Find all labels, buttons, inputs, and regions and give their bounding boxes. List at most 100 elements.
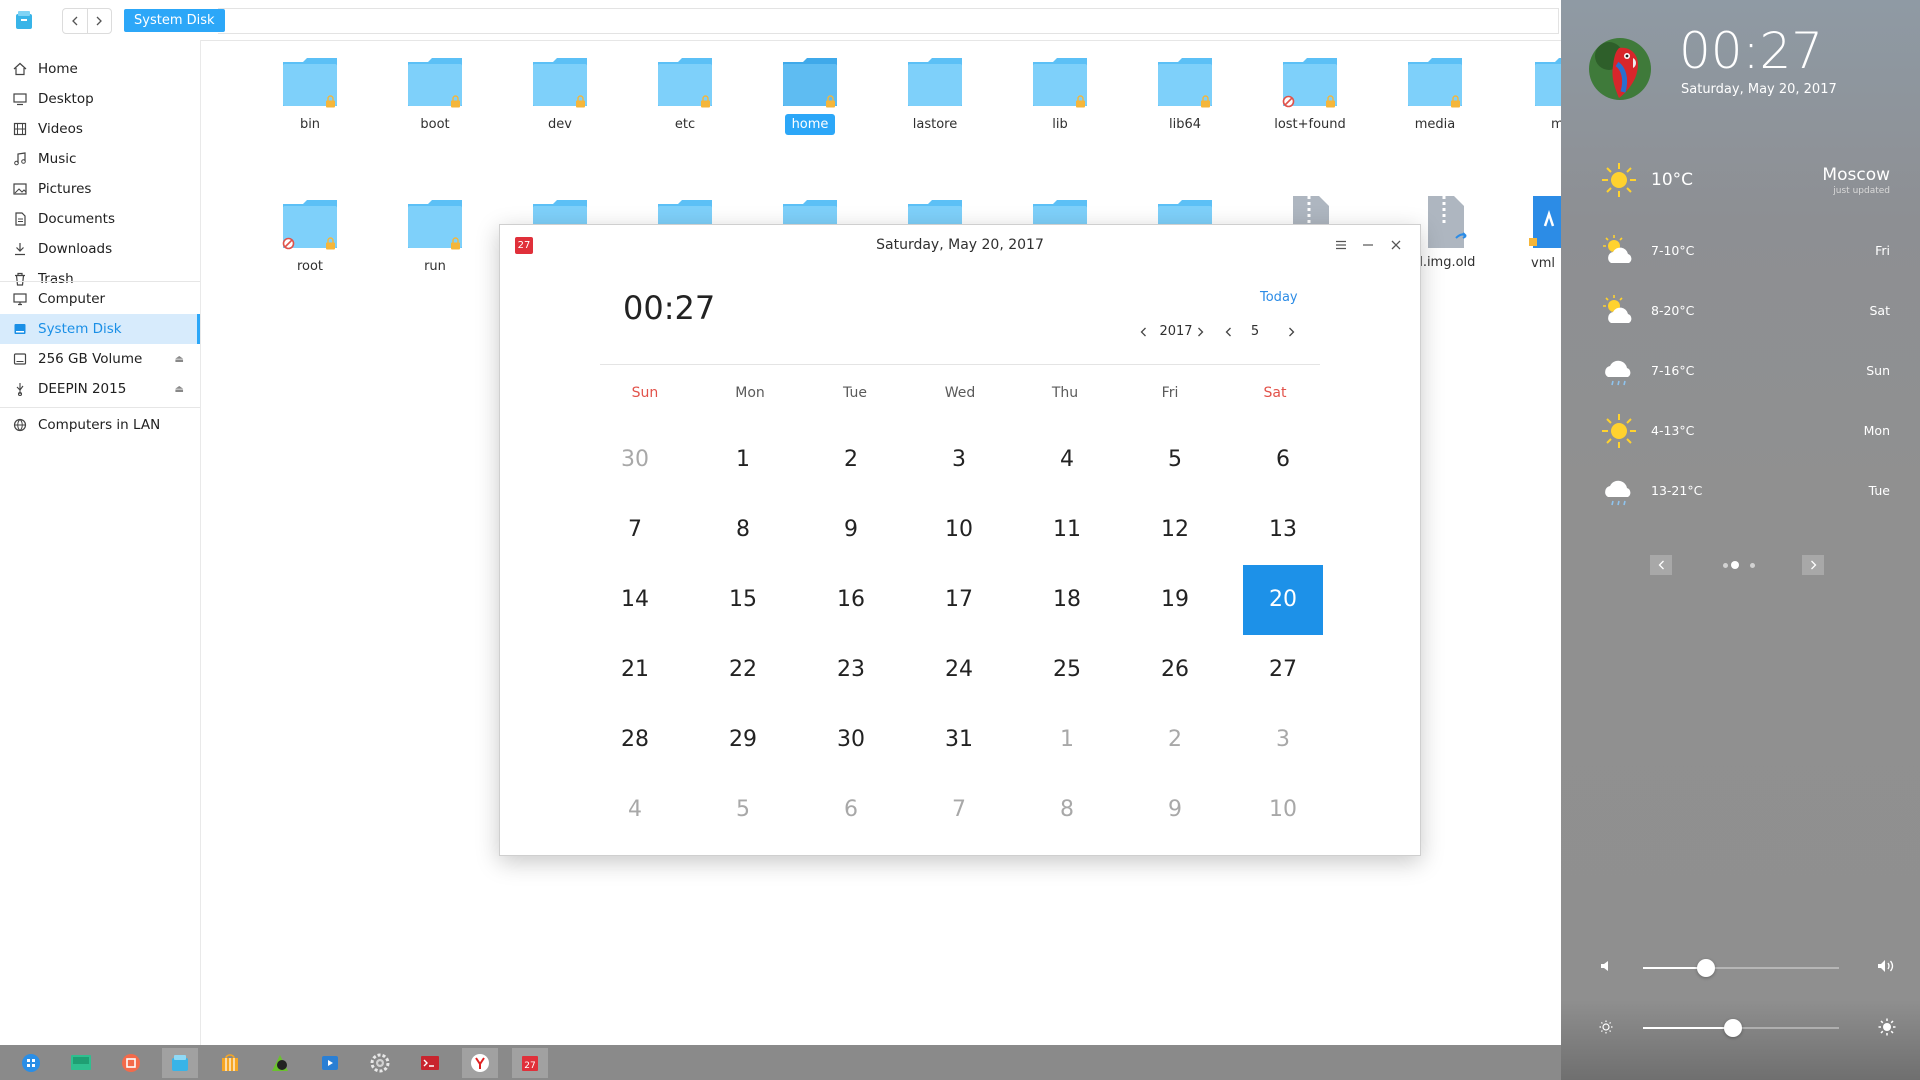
calendar-day[interactable]: 1 xyxy=(703,425,783,495)
calendar-day[interactable]: 7 xyxy=(919,775,999,845)
back-button[interactable] xyxy=(63,9,88,33)
calendar-day[interactable]: 5 xyxy=(703,775,783,845)
calendar-day[interactable]: 8 xyxy=(1027,775,1107,845)
folder-lost-found[interactable]: lost+found xyxy=(1255,56,1365,132)
sidebar-item-computers-in-lan[interactable]: Computers in LAN xyxy=(0,410,200,440)
calendar-day[interactable]: 4 xyxy=(595,775,675,845)
sidebar-item-videos[interactable]: Videos xyxy=(0,114,200,144)
calendar-day[interactable]: 22 xyxy=(703,635,783,705)
prev-month-button[interactable] xyxy=(1221,325,1235,339)
calendar-day[interactable]: 12 xyxy=(1135,495,1215,565)
folder-dev[interactable]: dev xyxy=(505,56,615,132)
avatar[interactable] xyxy=(1589,38,1651,100)
calendar-day[interactable]: 27 xyxy=(1243,635,1323,705)
volume-slider-knob[interactable] xyxy=(1697,959,1715,977)
taskbar-terminal[interactable] xyxy=(412,1048,448,1078)
taskbar-file-manager[interactable] xyxy=(162,1048,198,1078)
folder-etc[interactable]: etc xyxy=(630,56,740,132)
today-button[interactable]: Today xyxy=(1260,290,1298,305)
page-dot[interactable] xyxy=(1723,563,1728,568)
calendar-day[interactable]: 17 xyxy=(919,565,999,635)
calendar-day[interactable]: 13 xyxy=(1243,495,1323,565)
breadcrumb-system-disk[interactable]: System Disk xyxy=(124,9,225,32)
taskbar-store[interactable] xyxy=(212,1048,248,1078)
calendar-day[interactable]: 10 xyxy=(1243,775,1323,845)
calendar-day[interactable]: 9 xyxy=(1135,775,1215,845)
taskbar-show-desktop[interactable] xyxy=(63,1048,99,1078)
sidebar-item-256gb-volume[interactable]: 256 GB Volume ⏏ xyxy=(0,344,200,374)
sidebar-item-music[interactable]: Music xyxy=(0,144,200,174)
address-bar[interactable] xyxy=(218,8,1559,34)
calendar-day[interactable]: 11 xyxy=(1027,495,1107,565)
sidebar-item-documents[interactable]: Documents xyxy=(0,204,200,234)
calendar-day[interactable]: 19 xyxy=(1135,565,1215,635)
forward-button[interactable] xyxy=(88,9,112,33)
calendar-day[interactable]: 26 xyxy=(1135,635,1215,705)
calendar-day[interactable]: 18 xyxy=(1027,565,1107,635)
taskbar-video[interactable] xyxy=(312,1048,348,1078)
calendar-day[interactable]: 3 xyxy=(1243,705,1323,775)
next-year-button[interactable] xyxy=(1193,325,1207,339)
calendar-day[interactable]: 7 xyxy=(595,495,675,565)
calendar-day[interactable]: 28 xyxy=(595,705,675,775)
launcher-button[interactable] xyxy=(13,1048,49,1078)
sidebar-item-deepin-2015[interactable]: DEEPIN 2015 ⏏ xyxy=(0,374,200,404)
folder-lastore[interactable]: lastore xyxy=(880,56,990,132)
calendar-day[interactable]: 30 xyxy=(595,425,675,495)
sidebar-item-system-disk[interactable]: System Disk xyxy=(0,314,200,344)
menu-button[interactable] xyxy=(1331,235,1351,255)
folder-media[interactable]: media xyxy=(1380,56,1490,132)
calendar-day[interactable]: 10 xyxy=(919,495,999,565)
folder-run[interactable]: run xyxy=(380,198,490,274)
calendar-day[interactable]: 6 xyxy=(1243,425,1323,495)
calendar-day[interactable]: 2 xyxy=(1135,705,1215,775)
next-month-button[interactable] xyxy=(1284,325,1298,339)
calendar-day[interactable]: 5 xyxy=(1135,425,1215,495)
calendar-day[interactable]: 14 xyxy=(595,565,675,635)
sidebar-item-home[interactable]: Home xyxy=(0,54,200,84)
brightness-slider-knob[interactable] xyxy=(1724,1019,1742,1037)
calendar-day[interactable]: 24 xyxy=(919,635,999,705)
calendar-day[interactable]: 25 xyxy=(1027,635,1107,705)
calendar-day[interactable]: 29 xyxy=(703,705,783,775)
panel-next-button[interactable] xyxy=(1802,555,1824,575)
folder-root[interactable]: root xyxy=(255,198,365,274)
calendar-day[interactable]: 31 xyxy=(919,705,999,775)
file-vmlinuz[interactable]: vml xyxy=(1525,194,1561,284)
calendar-day-selected[interactable]: 20 xyxy=(1243,565,1323,635)
page-dot-active[interactable] xyxy=(1731,561,1739,569)
folder-partial-m[interactable]: m xyxy=(1531,56,1561,136)
sidebar-item-computer[interactable]: Computer xyxy=(0,284,200,314)
calendar-day[interactable]: 9 xyxy=(811,495,891,565)
calendar-day[interactable]: 21 xyxy=(595,635,675,705)
folder-home[interactable]: home xyxy=(755,56,865,135)
folder-bin[interactable]: bin xyxy=(255,56,365,132)
sidebar-item-pictures[interactable]: Pictures xyxy=(0,174,200,204)
close-button[interactable] xyxy=(1386,235,1406,255)
calendar-day[interactable]: 4 xyxy=(1027,425,1107,495)
taskbar-calendar[interactable]: 27 xyxy=(512,1048,548,1078)
calendar-day[interactable]: 3 xyxy=(919,425,999,495)
eject-icon[interactable]: ⏏ xyxy=(175,384,184,395)
taskbar-screenshot[interactable] xyxy=(113,1048,149,1078)
calendar-day[interactable]: 30 xyxy=(811,705,891,775)
calendar-day[interactable]: 2 xyxy=(811,425,891,495)
folder-boot[interactable]: boot xyxy=(380,56,490,132)
calendar-day[interactable]: 23 xyxy=(811,635,891,705)
page-dot[interactable] xyxy=(1750,563,1755,568)
calendar-day[interactable]: 6 xyxy=(811,775,891,845)
taskbar-music[interactable] xyxy=(262,1048,298,1078)
calendar-day[interactable]: 16 xyxy=(811,565,891,635)
calendar-day[interactable]: 8 xyxy=(703,495,783,565)
minimize-button[interactable] xyxy=(1358,235,1378,255)
taskbar-settings[interactable] xyxy=(362,1048,398,1078)
folder-lib64[interactable]: lib64 xyxy=(1130,56,1240,132)
folder-lib[interactable]: lib xyxy=(1005,56,1115,132)
calendar-day[interactable]: 1 xyxy=(1027,705,1107,775)
panel-prev-button[interactable] xyxy=(1650,555,1672,575)
taskbar-browser[interactable] xyxy=(462,1048,498,1078)
sidebar-item-desktop[interactable]: Desktop xyxy=(0,84,200,114)
eject-icon[interactable]: ⏏ xyxy=(175,354,184,365)
calendar-day[interactable]: 15 xyxy=(703,565,783,635)
sidebar-item-downloads[interactable]: Downloads xyxy=(0,234,200,264)
